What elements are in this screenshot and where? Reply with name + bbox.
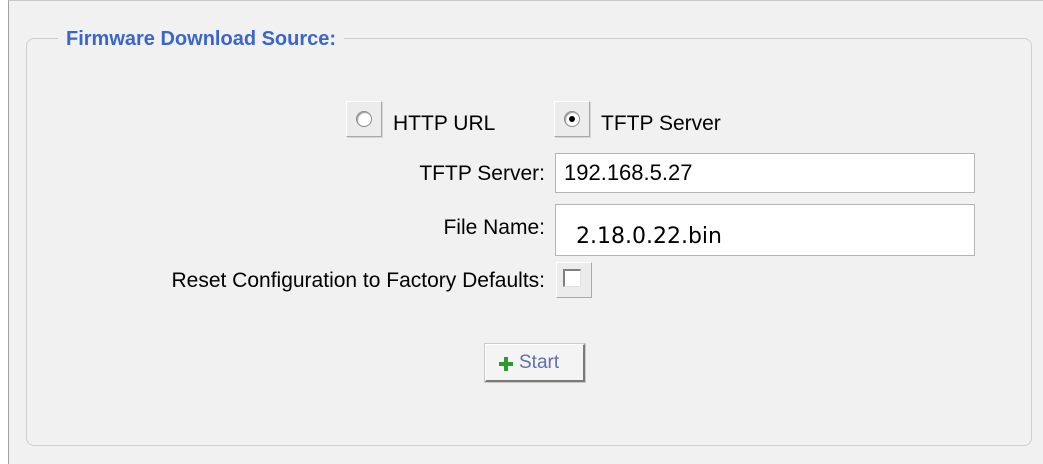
file-name-input[interactable] (555, 204, 975, 256)
tftp-server-option-label: TFTP Server (601, 112, 721, 135)
radio-indicator (564, 111, 580, 127)
file-name-label: File Name: (443, 216, 545, 239)
tftp-server-label: TFTP Server: (419, 162, 545, 185)
group-legend: Firmware Download Source: (58, 27, 345, 51)
tftp-server-input[interactable] (555, 153, 975, 193)
reset-defaults-checkbox[interactable] (556, 262, 592, 298)
reset-defaults-label: Reset Configuration to Factory Defaults: (171, 269, 545, 292)
start-button[interactable]: Start (485, 344, 585, 382)
checkbox-indicator (563, 269, 581, 287)
plus-icon (499, 357, 513, 371)
http-url-radio[interactable] (346, 101, 382, 137)
radio-indicator (356, 111, 372, 127)
http-url-label: HTTP URL (393, 112, 496, 135)
tftp-server-radio[interactable] (554, 101, 590, 137)
start-button-label: Start (519, 352, 560, 373)
radio-selected-dot (569, 116, 575, 122)
